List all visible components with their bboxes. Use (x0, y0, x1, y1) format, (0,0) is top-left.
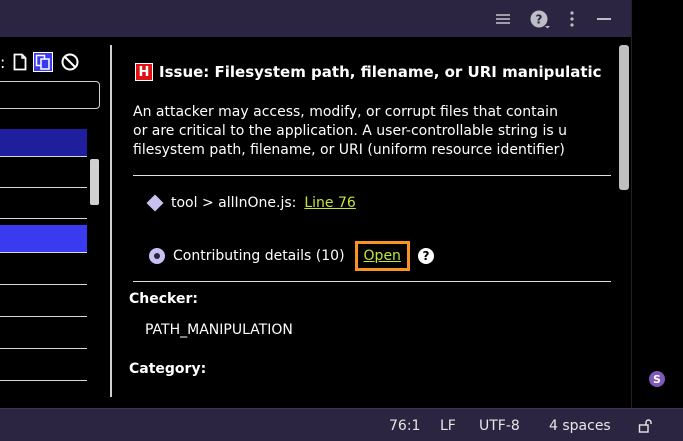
toolbar-colon: : (0, 52, 6, 72)
more-options-icon[interactable] (566, 0, 578, 37)
filter-input[interactable] (0, 81, 100, 109)
list-item[interactable] (0, 129, 87, 157)
svg-text:?: ? (536, 12, 543, 26)
line-ending[interactable]: LF (440, 409, 456, 441)
file-icon[interactable] (13, 53, 27, 71)
issues-list (0, 129, 110, 394)
minimize-icon[interactable] (594, 0, 614, 37)
plugin-badge[interactable]: S (649, 371, 665, 387)
list-scrollbar-thumb[interactable] (90, 159, 99, 205)
radio-bullet-icon (149, 248, 165, 264)
status-bar: 76:1 LF UTF-8 4 spaces (0, 408, 683, 441)
file-encoding[interactable]: UTF-8 (479, 409, 520, 441)
location-line: tool > allInOne.js: Line 76 (146, 194, 356, 212)
checker-header: Checker: (129, 291, 198, 307)
issue-header: H Issue: Filesystem path, filename, or U… (135, 63, 602, 81)
open-link-highlight: Open (354, 241, 410, 271)
description-line: filesystem path, filename, or URI (unifo… (133, 142, 565, 158)
list-scrollbar[interactable] (89, 129, 101, 394)
list-item[interactable] (0, 353, 87, 381)
list-item[interactable] (0, 257, 87, 285)
issues-list-panel: : (0, 45, 112, 397)
issue-detail-panel: H Issue: Filesystem path, filename, or U… (123, 45, 631, 397)
checker-value: PATH_MANIPULATION (145, 322, 293, 338)
open-link[interactable]: Open (364, 248, 401, 264)
title-bar: ? (0, 0, 631, 37)
list-item[interactable] (0, 191, 87, 219)
no-entry-icon[interactable] (61, 53, 79, 71)
detail-scrollbar-thumb[interactable] (619, 45, 629, 190)
contributing-details-label: Contributing details (10) (173, 248, 345, 264)
description-line: An attacker may access, modify, or corru… (133, 104, 558, 120)
category-header: Category: (129, 361, 207, 377)
location-text: tool > allInOne.js: (171, 195, 297, 211)
indentation[interactable]: 4 spaces (549, 409, 611, 441)
left-toolbar: : (0, 45, 110, 79)
cursor-position[interactable]: 76:1 (389, 409, 420, 441)
line-link[interactable]: Line 76 (304, 195, 355, 211)
severity-badge: H (135, 63, 153, 81)
list-item[interactable] (0, 225, 87, 253)
diamond-bullet-icon (146, 194, 164, 212)
list-item[interactable] (0, 289, 87, 317)
divider (133, 175, 611, 176)
contributing-details-line: Contributing details (10) Open ? (149, 241, 434, 271)
list-item[interactable] (0, 160, 87, 188)
help-icon[interactable]: ? (417, 248, 434, 264)
list-item[interactable] (0, 321, 87, 349)
issue-title: Issue: Filesystem path, filename, or URI… (159, 63, 602, 81)
lock-icon[interactable] (638, 409, 652, 441)
description-line: or are critical to the application. A us… (133, 123, 567, 139)
divider (133, 281, 611, 282)
issue-description: An attacker may access, modify, or corru… (133, 103, 631, 160)
sliders-icon[interactable] (492, 0, 514, 37)
copy-files-icon[interactable] (33, 52, 54, 72)
help-dropdown-icon[interactable]: ? (528, 0, 552, 37)
right-gutter (631, 0, 683, 408)
